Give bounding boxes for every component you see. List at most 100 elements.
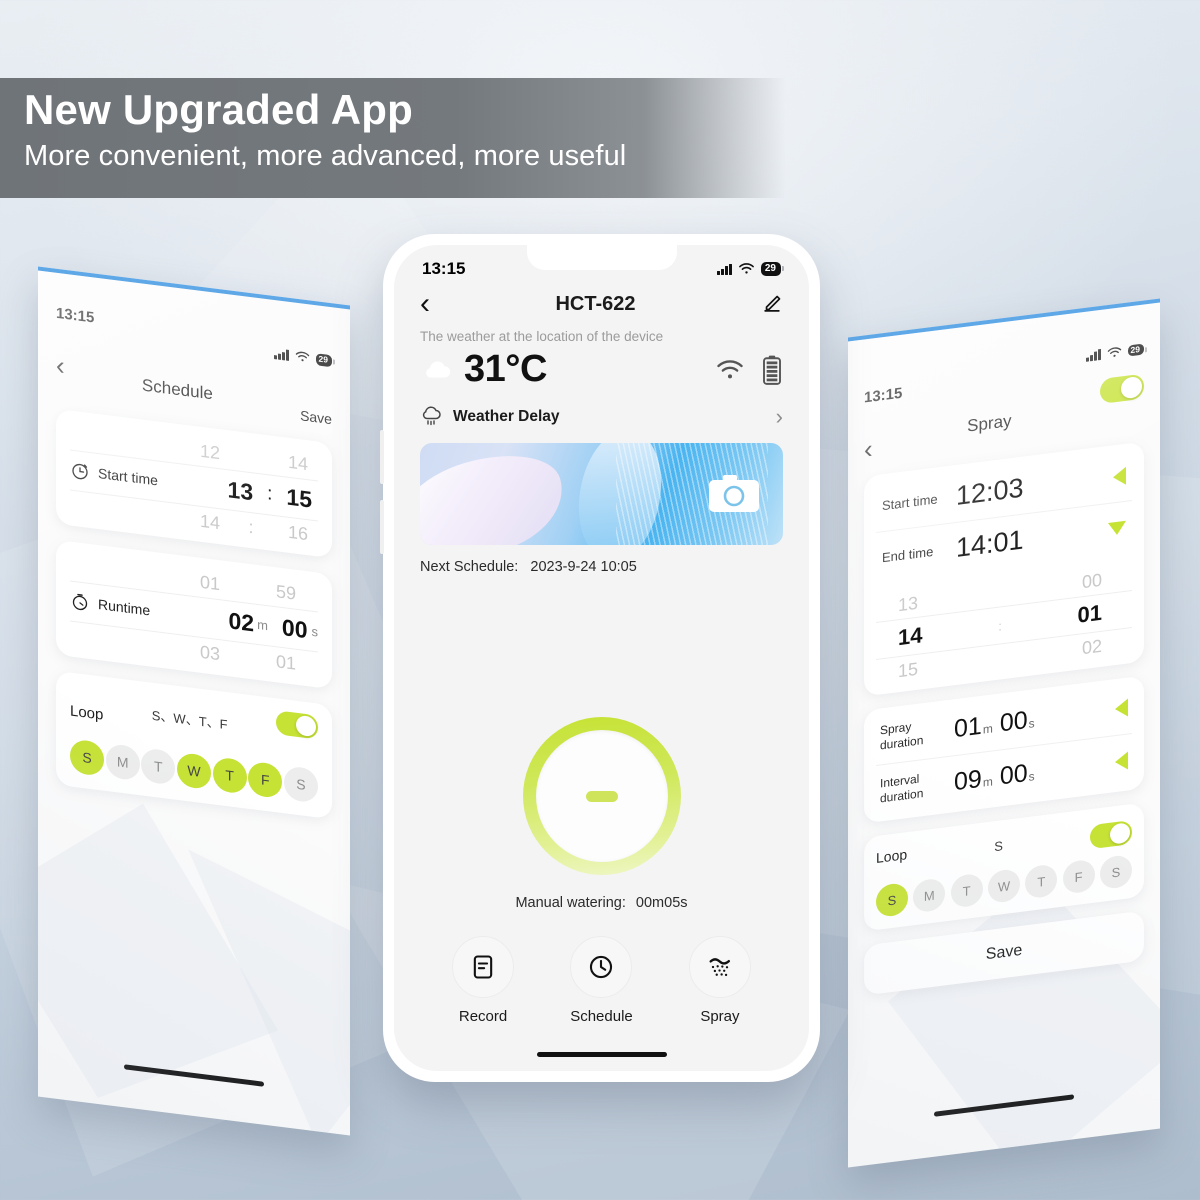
spray-master-toggle[interactable] (1100, 373, 1144, 404)
loop-day-6[interactable]: S (1099, 854, 1132, 891)
stopwatch-icon (72, 594, 88, 611)
picker-minute-next[interactable]: 02 (1082, 636, 1102, 660)
loop-toggle[interactable] (275, 710, 318, 740)
loop-day-1[interactable]: M (913, 877, 946, 914)
duration-seconds[interactable]: 00 (1000, 706, 1028, 738)
tab-label: Schedule (570, 1008, 633, 1025)
picker-hour-value[interactable]: 14 (898, 622, 922, 651)
photo-card[interactable] (420, 443, 783, 545)
runtime-min-prev[interactable]: 01 (200, 572, 220, 596)
back-chevron-icon[interactable]: ‹ (420, 289, 430, 319)
manual-watering-power-button[interactable] (522, 717, 681, 875)
runtime-sec-value[interactable]: 00 (282, 614, 308, 644)
loop-day-0[interactable]: S (876, 882, 908, 918)
clock-icon[interactable] (570, 936, 633, 998)
picker-minute-prev[interactable]: 00 (1082, 570, 1102, 594)
tab-record[interactable]: Record (452, 936, 515, 1025)
signal-bars-icon (717, 263, 732, 275)
time-separator: : (267, 483, 273, 506)
chevron-right-icon[interactable]: › (776, 406, 783, 428)
runtime-label: Runtime (98, 596, 151, 619)
loop-card: Loop S、W、T、F SMTWTFS (56, 670, 332, 820)
separator-next: : (248, 516, 254, 538)
loop-toggle[interactable] (1089, 820, 1132, 850)
runtime-min-next[interactable]: 03 (200, 642, 220, 666)
loop-label: Loop (876, 846, 908, 866)
save-button[interactable]: Save (986, 942, 1022, 964)
start-minute-next[interactable]: 16 (288, 522, 308, 546)
loop-day-4[interactable]: T (1025, 863, 1058, 900)
triangle-left-icon[interactable] (1115, 698, 1128, 719)
weather-delay-row[interactable]: Weather Delay › (394, 391, 809, 429)
pencil-edit-icon[interactable] (761, 293, 783, 315)
time-row-value[interactable]: 14:01 (956, 525, 1024, 564)
banner-title: New Upgraded App (24, 86, 413, 133)
start-hour-value[interactable]: 13 (228, 476, 254, 506)
time-row-label: End time (882, 543, 934, 566)
loop-day-5[interactable]: F (248, 760, 283, 799)
loop-day-6[interactable]: S (283, 765, 318, 804)
runtime-min-unit: m (257, 616, 268, 634)
left-phone-schedule-screen: 13:15 29 ‹ Schedule Save 12 14 Start tim… (38, 266, 350, 1136)
right-phone-spray-screen: 13: 15 29 ‹ Spray Start time 12:03 End time… (848, 298, 1160, 1168)
wifi-icon (295, 352, 309, 362)
battery-indicator: 29 (1127, 343, 1144, 357)
runtime-sec-prev[interactable]: 59 (276, 581, 296, 605)
loop-day-1[interactable]: M (105, 742, 140, 781)
start-hour-next[interactable]: 14 (200, 511, 220, 535)
picker-hour-prev[interactable]: 13 (898, 593, 918, 617)
loop-day-4[interactable]: T (212, 756, 247, 795)
tab-schedule[interactable]: Schedule (570, 936, 633, 1025)
triangle-left-icon[interactable] (1113, 466, 1126, 486)
duration-label: Interval duration (880, 771, 924, 806)
next-schedule-label: Next Schedule: (420, 559, 519, 575)
start-minute-prev[interactable]: 14 (288, 452, 308, 476)
loop-day-3[interactable]: W (987, 868, 1020, 905)
temperature-value: 31°C (464, 348, 547, 390)
save-button[interactable]: Save (300, 407, 332, 427)
spray-nozzle-icon[interactable] (688, 936, 751, 998)
triangle-down-icon[interactable] (1108, 520, 1126, 536)
weather-caption: The weather at the location of the devic… (420, 329, 664, 344)
manual-watering-status: Manual watering: 00m05s (394, 895, 809, 911)
back-chevron-icon[interactable]: ‹ (56, 350, 65, 381)
runtime-min-value[interactable]: 02 (228, 607, 254, 637)
loop-day-5[interactable]: F (1062, 858, 1095, 895)
page-title: HCT-622 (555, 292, 636, 315)
rain-cloud-icon (422, 406, 441, 426)
status-time: 13:15 (422, 259, 466, 278)
battery-indicator: 29 (760, 261, 785, 277)
next-schedule-value: 2023-9-24 10:05 (530, 559, 637, 575)
loop-day-3[interactable]: W (176, 751, 211, 790)
wifi-icon (738, 263, 754, 274)
page-title: Schedule (141, 375, 213, 404)
start-minute-value[interactable]: 15 (286, 483, 312, 513)
picker-separator: : (998, 617, 1002, 634)
tab-label: Spray (700, 1008, 740, 1025)
start-hour-prev[interactable]: 12 (200, 441, 220, 465)
loop-summary: S (994, 837, 1003, 854)
loop-day-2[interactable]: T (141, 747, 176, 786)
signal-bars-icon (274, 348, 289, 362)
duration-minutes[interactable]: 09 (954, 764, 982, 796)
picker-minute-value[interactable]: 01 (1078, 600, 1102, 629)
time-row-label: Start time (882, 491, 938, 514)
duration-minutes[interactable]: 01 (954, 711, 982, 743)
loop-summary: S、W、T、F (151, 707, 228, 733)
signal-bars-icon (1086, 348, 1101, 362)
triangle-left-icon[interactable] (1115, 751, 1128, 772)
runtime-sec-next[interactable]: 01 (276, 651, 296, 675)
back-chevron-icon[interactable]: ‹ (864, 433, 873, 464)
loop-day-2[interactable]: T (950, 872, 983, 909)
record-document-icon[interactable] (452, 936, 515, 998)
tab-spray[interactable]: Spray (688, 936, 751, 1025)
cloud-icon (426, 360, 451, 378)
minus-icon (585, 790, 618, 802)
durations-card: Spray duration 01 m 00 s Interval duration 09 m 00… (864, 675, 1144, 824)
time-row-value[interactable]: 12:03 (956, 473, 1024, 512)
picker-hour-next[interactable]: 15 (898, 659, 918, 683)
duration-sec-unit: s (1028, 716, 1035, 731)
loop-day-0[interactable]: S (70, 738, 104, 777)
camera-icon[interactable] (707, 472, 761, 516)
duration-seconds[interactable]: 00 (1000, 759, 1028, 791)
